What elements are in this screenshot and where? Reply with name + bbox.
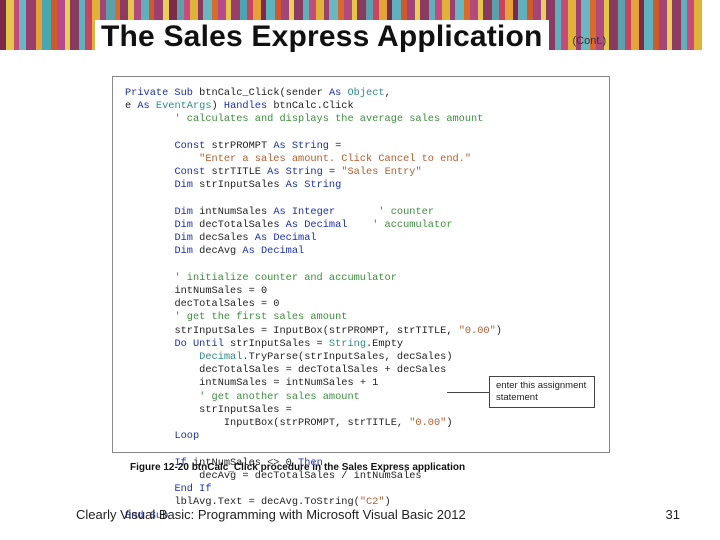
- slide-continuation-marker: (Cont.): [573, 35, 607, 47]
- footer-book-title: Clearly Visual Basic: Programming with M…: [76, 507, 466, 522]
- slide-title: The Sales Express Application: [95, 20, 549, 54]
- callout-box: enter this assignment statement: [489, 376, 595, 408]
- page-number: 31: [666, 507, 680, 522]
- callout-connector: [447, 392, 489, 393]
- slide-header: The Sales Express Application (Cont.): [95, 20, 606, 54]
- slide-footer: Clearly Visual Basic: Programming with M…: [76, 507, 680, 522]
- code-listing: Private Sub btnCalc_Click(sender As Obje…: [125, 87, 597, 523]
- code-figure-box: Private Sub btnCalc_Click(sender As Obje…: [112, 76, 610, 453]
- figure-caption: Figure 12-20 btnCalc_Click procedure in …: [130, 462, 465, 473]
